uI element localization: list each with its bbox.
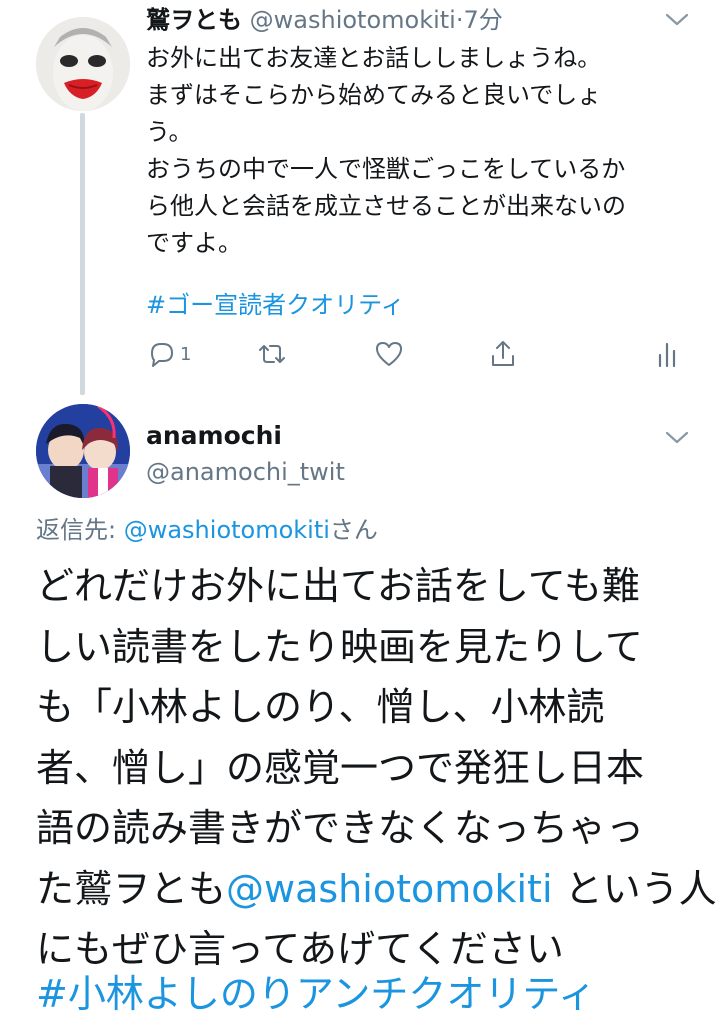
reply-avatar[interactable]	[36, 404, 130, 498]
parent-display-name[interactable]: 鷲ヲとも	[146, 6, 242, 34]
heart-icon	[376, 342, 402, 366]
like-button[interactable]	[374, 336, 404, 372]
parent-text-line: う。	[146, 118, 193, 146]
reply-hashtag-link[interactable]: #小林よしのりアンチクオリティ	[36, 968, 596, 1020]
reply-text-fragment: という人	[552, 866, 717, 911]
chevron-down-icon[interactable]	[664, 430, 690, 446]
parent-tweet-text: お外に出てお友達とお話ししましょうね。 まずはそこらから始めてみると良いでしょ …	[146, 40, 686, 262]
analytics-button[interactable]	[652, 336, 682, 372]
retweet-icon	[259, 345, 285, 363]
reply-text-line: しい読書をしたり映画を見たりして	[36, 624, 643, 669]
reply-to-label: 返信先:	[36, 516, 124, 544]
parent-text-line: お外に出てお友達とお話ししましょうね。	[146, 44, 602, 72]
chevron-down-icon[interactable]	[664, 12, 690, 28]
reply-to-line: 返信先: @washiotomokitiさん	[36, 514, 378, 546]
parent-text-line: おうちの中で一人で怪獣ごっこをしているか	[146, 155, 626, 183]
reply-tweet-text: どれだけお外に出てお話をしても難 しい読書をしたり映画を見たりして も「小林よし…	[36, 556, 717, 980]
reply-text-line: も「小林よしのり、憎し、小林読	[36, 685, 605, 729]
reply-text-line: どれだけお外に出てお話をしても難	[36, 564, 640, 608]
share-button[interactable]	[488, 336, 518, 372]
share-icon	[492, 341, 514, 366]
parent-hashtag-link[interactable]: #ゴー宣読者クオリティ	[146, 288, 405, 322]
reply-text-line: た鷲ヲとも@washiotomokiti という人	[36, 859, 717, 920]
thread-line	[80, 113, 85, 395]
reply-to-suffix: さん	[329, 516, 378, 544]
analytics-icon	[658, 342, 676, 368]
reply-button[interactable]: 1	[146, 336, 191, 372]
reply-text-line: 者、憎し」の感覚一つで発狂し日本	[36, 745, 645, 790]
reply-text-fragment: た鷲ヲとも	[36, 866, 227, 911]
anime-characters-avatar-image	[36, 404, 130, 498]
reply-text-mention[interactable]: @washiotomokiti	[226, 867, 553, 911]
reply-text-line: 語の読み書きができなくなっちゃっ	[36, 806, 645, 850]
parent-text-line: ら他人と会話を成立させることが出来ないの	[146, 192, 626, 220]
parent-timestamp[interactable]: 7分	[463, 6, 502, 34]
reply-handle[interactable]: @anamochi_twit	[146, 456, 345, 488]
reply-count: 1	[180, 343, 192, 365]
parent-text-line: まずはそこらから始めてみると良いでしょ	[146, 81, 602, 109]
parent-avatar[interactable]	[36, 17, 130, 111]
retweet-button[interactable]	[256, 336, 288, 372]
joker-face-avatar-image	[36, 17, 130, 111]
reply-icon	[151, 343, 173, 367]
reply-display-name[interactable]: anamochi	[146, 420, 282, 452]
parent-text-line: ですよ。	[146, 229, 242, 257]
reply-to-mention[interactable]: @washiotomokiti	[124, 516, 330, 544]
parent-tweet-header: 鷲ヲとも @washiotomokiti·7分	[146, 4, 503, 36]
parent-handle[interactable]: @washiotomokiti	[250, 6, 456, 34]
